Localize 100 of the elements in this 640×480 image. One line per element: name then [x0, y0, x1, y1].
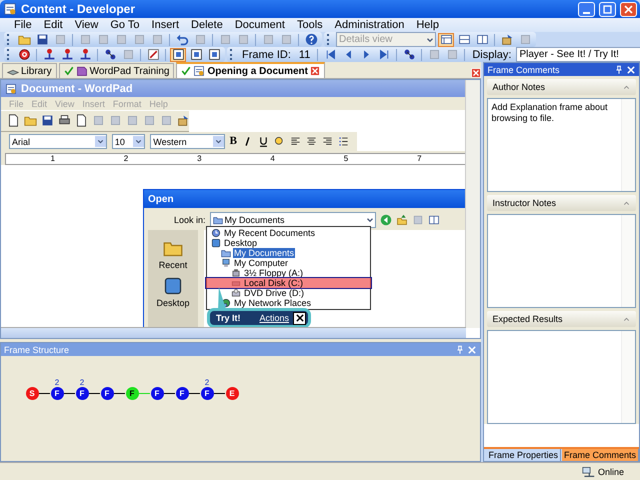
panel-tab[interactable]: Frame Comments — [562, 449, 639, 461]
floppy-icon — [231, 268, 241, 278]
save-icon[interactable] — [41, 114, 54, 127]
close-pane-icon[interactable] — [471, 68, 482, 78]
menu-item[interactable]: Edit — [38, 19, 69, 31]
bold-button[interactable]: B — [230, 136, 237, 147]
menu-item[interactable]: Delete — [185, 19, 229, 31]
frame-node[interactable]: F — [50, 387, 64, 400]
undo[interactable] — [174, 32, 190, 46]
font-dropdown[interactable]: Arial — [9, 134, 107, 149]
notes-field[interactable]: Add Explanation frame about browsing to file. — [487, 98, 636, 192]
color-icon[interactable] — [274, 136, 285, 147]
pin-icon[interactable] — [614, 64, 624, 74]
publish[interactable] — [499, 32, 515, 46]
section-header[interactable]: Expected Results — [487, 311, 636, 327]
dropdown-item[interactable]: My Computer — [233, 258, 290, 268]
size-dropdown[interactable]: 10 — [112, 134, 146, 149]
menu-item[interactable]: Document — [228, 19, 291, 31]
menu-item[interactable]: Insert — [146, 19, 186, 31]
frame-view[interactable] — [170, 48, 186, 62]
help[interactable] — [303, 32, 319, 46]
close-icon[interactable] — [626, 64, 636, 74]
frame-next[interactable] — [188, 48, 204, 62]
script-dropdown[interactable]: Western — [150, 134, 225, 149]
horizontal-scrollbar[interactable] — [1, 327, 466, 338]
pin-icon[interactable] — [455, 344, 466, 354]
maximize-icon — [602, 4, 613, 14]
section-header[interactable]: Author Notes — [487, 79, 636, 95]
align-right-icon[interactable] — [322, 136, 333, 147]
open-icon[interactable] — [24, 114, 37, 127]
documents-icon — [221, 248, 231, 258]
dropdown-item[interactable]: Local Disk (C:) — [243, 278, 304, 288]
align-center-icon[interactable] — [306, 136, 317, 147]
up-folder-icon[interactable] — [396, 214, 408, 226]
branch-count: 2 — [54, 378, 60, 387]
column-pane[interactable] — [474, 32, 490, 46]
frame-node[interactable]: S — [26, 387, 38, 400]
close-icon[interactable] — [467, 344, 478, 354]
module-icon — [76, 65, 88, 77]
section-header[interactable]: Instructor Notes — [487, 195, 636, 211]
frame-prev-icon — [208, 48, 220, 61]
menu-item[interactable]: View — [68, 19, 104, 31]
dropdown-item[interactable]: DVD Drive (D:) — [243, 288, 305, 298]
dialog-title: Open — [148, 194, 174, 204]
frame-node[interactable]: E — [226, 387, 238, 400]
insert-object-icon[interactable] — [177, 114, 190, 127]
network-status-icon — [582, 465, 595, 478]
minimize-button[interactable] — [578, 2, 595, 16]
frame-node[interactable]: F — [126, 387, 138, 400]
frame-id-label: Frame ID: — [241, 48, 292, 60]
close-tab-icon[interactable] — [310, 66, 320, 76]
dropdown-item[interactable]: Desktop — [223, 238, 258, 248]
menu-item[interactable]: File — [8, 19, 38, 31]
dropdown-item[interactable]: My Documents — [233, 248, 296, 258]
branch-icon — [402, 48, 416, 61]
vertical-scrollbar[interactable] — [465, 80, 480, 328]
menu-item[interactable]: Help — [410, 19, 445, 31]
edit[interactable] — [145, 48, 161, 62]
underline-icon[interactable] — [258, 136, 269, 147]
notes-field[interactable] — [487, 330, 636, 424]
frame-node[interactable]: F — [200, 387, 214, 400]
pane-title: Frame Comments — [487, 64, 560, 74]
target-icon — [18, 48, 30, 61]
frame-node[interactable]: F — [176, 387, 188, 400]
document-tab[interactable]: WordPad Training — [58, 63, 174, 78]
panel-tab[interactable]: Frame Properties — [486, 449, 561, 461]
split-pane[interactable] — [456, 32, 472, 46]
notes-field[interactable] — [487, 214, 636, 308]
maximize-button[interactable] — [599, 2, 616, 16]
document-tab[interactable]: Opening a Document — [176, 62, 325, 78]
menu-item[interactable]: Go To — [104, 19, 146, 31]
print-preview-icon[interactable] — [75, 114, 88, 127]
menu-item[interactable]: Administration — [328, 19, 410, 31]
dropdown-item[interactable]: My Recent Documents — [223, 228, 316, 238]
back-icon[interactable] — [380, 214, 392, 226]
bullets-icon[interactable] — [338, 136, 349, 147]
callout-title: Try It! — [216, 313, 242, 323]
frame-prev[interactable] — [206, 48, 222, 62]
hotspot-highlight[interactable] — [205, 277, 372, 289]
actions-link[interactable]: Actions — [259, 313, 289, 323]
minimize-icon — [583, 12, 590, 14]
display-dropdown[interactable]: Player - See It! / Try It! — [516, 47, 640, 62]
place-button[interactable]: Desktop — [156, 276, 190, 308]
check-icon — [181, 66, 192, 76]
frame-node[interactable]: F — [100, 387, 114, 400]
menu-item[interactable]: Tools — [290, 19, 329, 31]
document-tab[interactable]: Library — [2, 63, 57, 78]
callout-close-button[interactable] — [293, 312, 306, 324]
target[interactable] — [16, 48, 32, 62]
view-menu-icon[interactable] — [428, 214, 440, 226]
new-document-icon[interactable] — [7, 114, 20, 127]
column-pane-icon — [476, 33, 488, 46]
place-button[interactable]: Recent — [158, 238, 188, 270]
dropdown-item[interactable]: My Network Places — [233, 298, 312, 308]
frame-node[interactable]: F — [76, 387, 88, 400]
align-left-icon[interactable] — [290, 136, 301, 147]
frame-node[interactable]: F — [150, 387, 164, 400]
single-pane[interactable] — [438, 32, 454, 46]
window-title: Content - Developer — [21, 2, 136, 16]
close-button[interactable] — [620, 2, 637, 16]
